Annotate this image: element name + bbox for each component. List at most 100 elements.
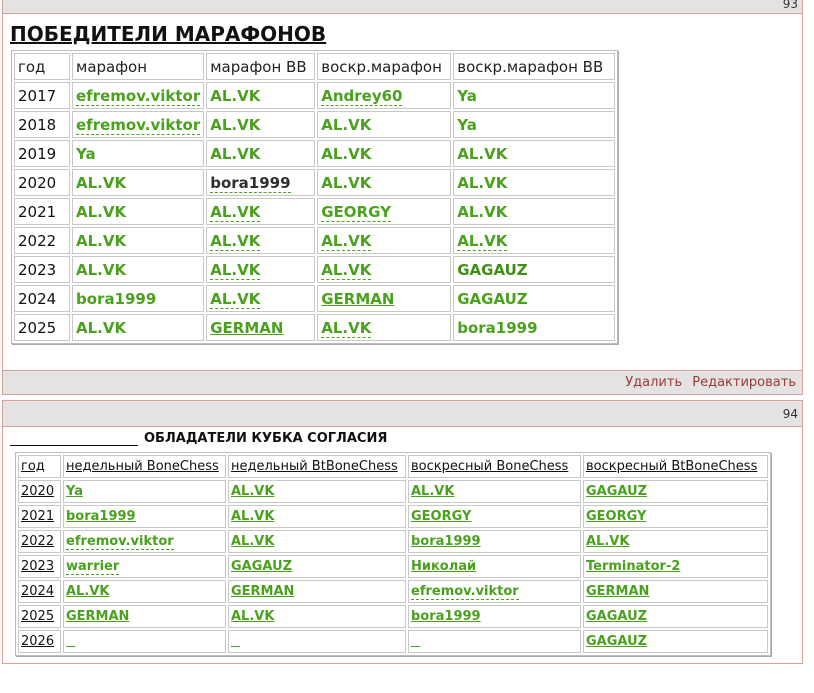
empty-link[interactable] [231, 634, 240, 649]
year-cell: 2022 [14, 227, 70, 254]
winner-link[interactable]: AL.VK [66, 584, 109, 599]
post-actions-bar: Удалить Редактировать [3, 370, 802, 394]
winner-link[interactable]: AL.VK [210, 289, 261, 309]
table-row: 2024 bora1999 AL.VK GERMAN GAGAUZ [14, 285, 616, 312]
winner-link[interactable]: Ya [66, 484, 83, 499]
year-cell: 2018 [14, 111, 70, 138]
table-row: 2021 AL.VK AL.VK GEORGY AL.VK [14, 198, 616, 225]
table-row: 2025 AL.VK GERMAN AL.VK bora1999 [14, 314, 616, 341]
post-number: 94 [782, 407, 798, 421]
table-row: 2023 warrier GAGAUZ Николай Terminator-2 [18, 555, 768, 578]
winner-link[interactable]: GAGAUZ [586, 484, 647, 499]
year-cell: 2019 [14, 140, 70, 167]
col-header: год [14, 53, 70, 80]
winner-name: AL.VK [76, 318, 127, 337]
col-header: год [18, 455, 61, 478]
winner-link[interactable]: AL.VK [210, 260, 261, 280]
winner-link[interactable]: GAGAUZ [586, 634, 647, 649]
post-header-bar: 93 [3, 0, 802, 14]
winner-link[interactable]: Terminator-2 [586, 559, 680, 574]
winner-link[interactable]: efremov.viktor [76, 86, 201, 106]
winner-link[interactable]: bora1999 [411, 534, 481, 549]
winner-name: GAGAUZ [457, 289, 528, 308]
year-cell: 2020 [18, 480, 61, 503]
year-cell: 2025 [14, 314, 70, 341]
winner-link[interactable]: AL.VK [586, 534, 629, 549]
table-row: 2021 bora1999 AL.VK GEORGY GEORGY [18, 505, 768, 528]
winner-name: AL.VK [457, 173, 508, 192]
winner-link[interactable]: GAGAUZ [231, 559, 292, 574]
winner-name: AL.VK [76, 173, 127, 192]
winner-link[interactable]: AL.VK [231, 484, 274, 499]
winner-link[interactable]: GEORGY [321, 202, 391, 222]
winner-name: AL.VK [76, 231, 127, 250]
empty-link[interactable] [411, 634, 420, 649]
table-row: 2022 AL.VK AL.VK AL.VK AL.VK [14, 227, 616, 254]
winner-link[interactable]: Николай [411, 559, 476, 574]
winner-link[interactable]: GERMAN [210, 319, 283, 337]
winner-link[interactable]: warrier [66, 559, 120, 575]
winner-link[interactable]: AL.VK [321, 318, 372, 338]
winner-link[interactable]: efremov.viktor [76, 115, 201, 135]
year-cell: 2021 [18, 505, 61, 528]
winner-link[interactable]: bora1999 [411, 609, 481, 624]
table-row: 2019 Ya AL.VK AL.VK AL.VK [14, 140, 616, 167]
table-row: 2024 AL.VK GERMAN efremov.viktor GERMAN [18, 580, 768, 603]
cup-winners-table: год недельный BoneChess недельный BtBone… [15, 452, 771, 656]
post-number: 93 [782, 0, 798, 11]
year-cell: 2025 [18, 605, 61, 628]
year-cell: 2021 [14, 198, 70, 225]
winner-link[interactable]: AL.VK [321, 231, 372, 251]
year-cell: 2020 [14, 169, 70, 196]
winner-link[interactable]: Andrey60 [321, 86, 403, 106]
table-header-row: год марафон марафон ВВ воскр.марафон вос… [14, 53, 616, 80]
winner-name: AL.VK [321, 173, 372, 192]
winner-name: AL.VK [210, 144, 261, 163]
year-cell: 2023 [18, 555, 61, 578]
winner-link[interactable]: AL.VK [210, 231, 261, 251]
winner-link[interactable]: GERMAN [321, 290, 394, 308]
winner-link[interactable]: AL.VK [231, 609, 274, 624]
col-header: воскресный BoneChess [408, 455, 581, 478]
winner-name: AL.VK [321, 144, 372, 163]
winner-link[interactable]: AL.VK [321, 260, 372, 280]
table-row: 2018 efremov.viktor AL.VK AL.VK Ya [14, 111, 616, 138]
table-row: 2025 GERMAN AL.VK bora1999 GAGAUZ [18, 605, 768, 628]
winner-name: AL.VK [457, 202, 508, 221]
winner-name: Ya [457, 115, 477, 134]
year-cell: 2023 [14, 256, 70, 283]
winner-link[interactable]: GEORGY [586, 509, 646, 524]
table-row: 2023 AL.VK AL.VK AL.VK GAGAUZ [14, 256, 616, 283]
edit-link[interactable]: Редактировать [692, 375, 796, 390]
winner-name: AL.VK [321, 115, 372, 134]
delete-link[interactable]: Удалить [625, 375, 682, 390]
col-header: воскресный BtBoneChess [583, 455, 768, 478]
winner-link[interactable]: AL.VK [231, 509, 274, 524]
marathon-winners-table: год марафон марафон ВВ воскр.марафон вос… [11, 50, 619, 344]
winner-link[interactable]: efremov.viktor [411, 584, 519, 600]
winner-link[interactable]: bora1999 [210, 173, 291, 193]
winner-link[interactable]: efremov.viktor [66, 534, 174, 550]
section-title-text: ОБЛАДАТЕЛИ КУБКА СОГЛАСИЯ [144, 431, 388, 446]
winner-link[interactable]: GERMAN [586, 584, 649, 599]
winner-link[interactable]: AL.VK [457, 231, 508, 251]
post-94: 94 ОБЛАДАТЕЛИ КУБКА СОГЛАСИЯ год недельн… [2, 400, 803, 664]
post-93: 93 ПОБЕДИТЕЛИ МАРАФОНОВ год марафон мара… [2, 0, 803, 395]
winner-name: bora1999 [457, 318, 538, 337]
winner-link[interactable]: AL.VK [210, 202, 261, 222]
winner-name: AL.VK [210, 86, 261, 105]
winner-link[interactable]: GERMAN [231, 584, 294, 599]
winner-name: AL.VK [457, 144, 508, 163]
post-header-bar: 94 [3, 401, 802, 427]
table-header-row: год недельный BoneChess недельный BtBone… [18, 455, 768, 478]
winner-name: AL.VK [76, 260, 127, 279]
empty-link[interactable] [66, 634, 75, 649]
winner-link[interactable]: GAGAUZ [586, 609, 647, 624]
winner-link[interactable]: AL.VK [411, 484, 454, 499]
winner-link[interactable]: AL.VK [231, 534, 274, 549]
page-title: ПОБЕДИТЕЛИ МАРАФОНОВ [10, 22, 327, 46]
winner-link[interactable]: GEORGY [411, 509, 471, 524]
winner-link[interactable]: GERMAN [66, 609, 129, 624]
title-underline [10, 445, 138, 446]
winner-link[interactable]: bora1999 [66, 509, 136, 524]
